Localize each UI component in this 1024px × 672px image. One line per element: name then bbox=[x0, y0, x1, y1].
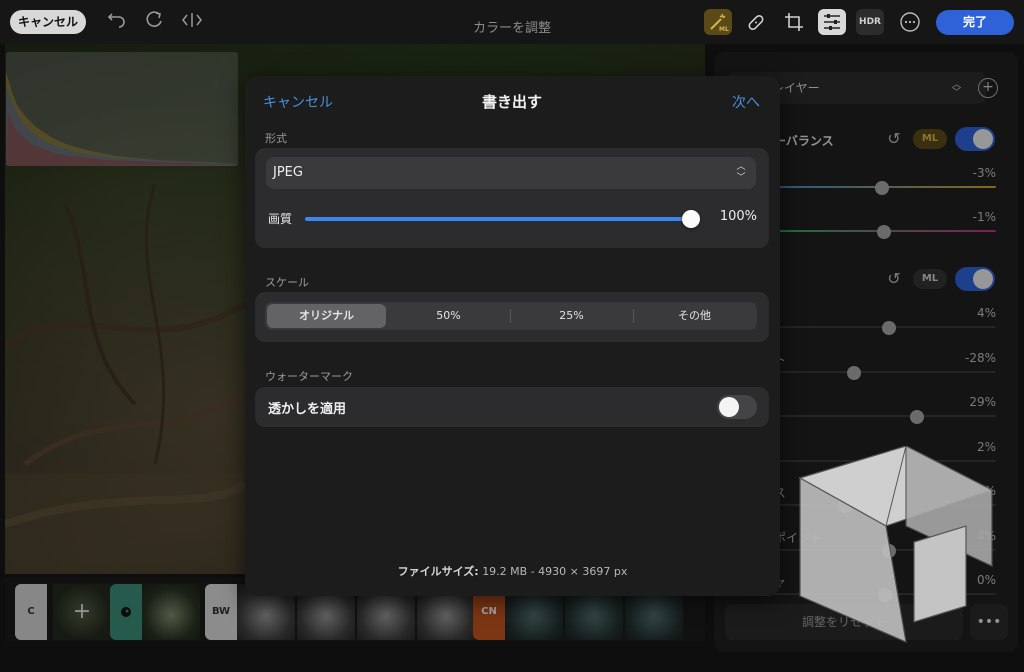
chevron-updown-icon: ︿ ﹀ bbox=[736, 162, 746, 183]
redo-icon[interactable] bbox=[142, 10, 166, 34]
quality-label: 画質 bbox=[268, 212, 293, 226]
page-title: カラーを調整 bbox=[472, 21, 551, 36]
quality-slider-fill bbox=[305, 217, 691, 221]
scale-option-50[interactable]: 50% bbox=[389, 304, 508, 328]
modal-next-button[interactable]: 次へ bbox=[732, 92, 760, 112]
cancel-button[interactable]: キャンセル bbox=[10, 10, 87, 34]
watermark-label: 透かしを適用 bbox=[268, 402, 347, 417]
quality-slider-knob[interactable] bbox=[682, 210, 700, 228]
hdr-icon[interactable]: HDR bbox=[856, 9, 884, 35]
watermark-section-label: ウォーターマーク bbox=[265, 370, 353, 383]
file-size-info: ファイルサイズ: 19.2 MB - 4930 × 3697 px bbox=[245, 563, 780, 579]
top-toolbar: キャンセル カラーを調整 ML HDR 完了 bbox=[0, 0, 1024, 44]
scale-option-original[interactable]: オリジナル bbox=[267, 304, 386, 328]
crop-icon[interactable] bbox=[780, 9, 808, 35]
modal-title: 書き出す bbox=[481, 93, 542, 111]
file-size-value: 19.2 MB - 4930 × 3697 px bbox=[482, 565, 628, 578]
quality-slider[interactable] bbox=[305, 210, 700, 228]
more-icon[interactable] bbox=[896, 9, 924, 35]
scale-group: オリジナル 50% 25% その他 bbox=[255, 292, 769, 342]
file-size-label: ファイルサイズ: bbox=[397, 565, 479, 578]
sliders-icon[interactable] bbox=[818, 9, 846, 35]
done-button[interactable]: 完了 bbox=[936, 10, 1014, 35]
format-select[interactable]: JPEG ︿ ﹀ bbox=[266, 157, 756, 189]
export-dialog: キャンセル 書き出す 次へ 形式 JPEG ︿ ﹀ 画質 100% スケール オリ… bbox=[245, 76, 780, 596]
ml-mini-label: ML bbox=[719, 26, 729, 33]
bandage-icon[interactable] bbox=[742, 9, 770, 35]
segment-divider bbox=[510, 309, 511, 323]
scale-option-25[interactable]: 25% bbox=[512, 304, 631, 328]
quality-value: 100% bbox=[719, 209, 757, 224]
format-value: JPEG bbox=[273, 165, 303, 180]
app-window: キャンセル カラーを調整 ML HDR 完了 C + BW CN レイヤー ︿ … bbox=[0, 0, 1024, 672]
watermark-group: 透かしを適用 bbox=[255, 387, 769, 427]
scale-section-label: スケール bbox=[265, 276, 309, 289]
format-section-label: 形式 bbox=[265, 132, 287, 145]
watermark-toggle[interactable] bbox=[717, 395, 757, 419]
scale-option-other[interactable]: その他 bbox=[635, 304, 754, 328]
segment-divider bbox=[633, 309, 634, 323]
compare-icon[interactable] bbox=[180, 10, 204, 34]
magic-wand-icon[interactable]: ML bbox=[704, 9, 732, 35]
scale-segmented-control: オリジナル 50% 25% その他 bbox=[265, 302, 757, 330]
modal-cancel-button[interactable]: キャンセル bbox=[263, 92, 333, 112]
undo-icon[interactable] bbox=[104, 10, 128, 34]
format-group: JPEG ︿ ﹀ 画質 100% bbox=[255, 148, 769, 248]
